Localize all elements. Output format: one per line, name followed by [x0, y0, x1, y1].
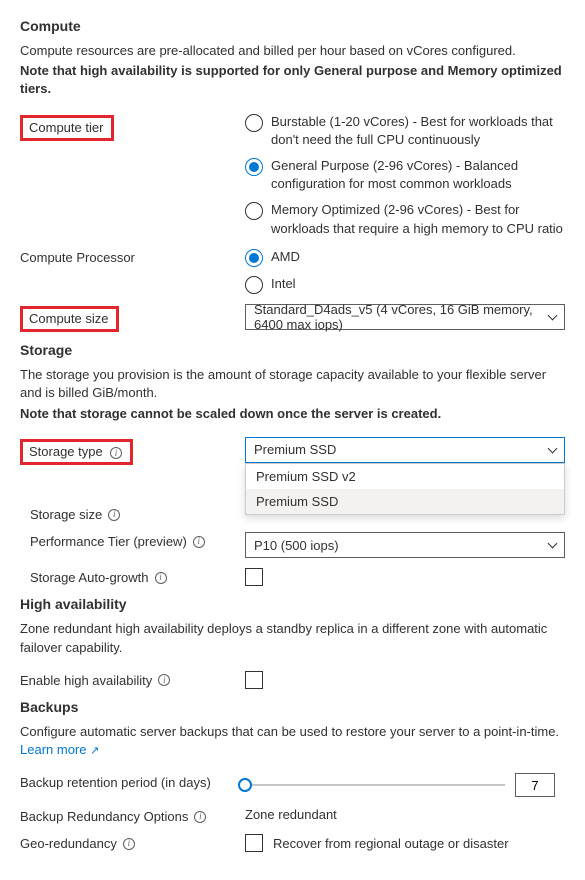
enable-ha-label: Enable high availability — [20, 673, 152, 688]
compute-desc: Compute resources are pre-allocated and … — [20, 42, 565, 60]
retention-input[interactable] — [515, 773, 555, 797]
geo-redundancy-text: Recover from regional outage or disaster — [273, 836, 509, 851]
geo-redundancy-label: Geo-redundancy — [20, 836, 117, 851]
info-icon[interactable]: i — [108, 509, 120, 521]
tier-memory-optimized-label: Memory Optimized (2-96 vCores) - Best fo… — [271, 201, 565, 237]
radio-icon — [245, 202, 263, 220]
chevron-down-icon — [548, 539, 558, 549]
tier-general-purpose-label: General Purpose (2-96 vCores) - Balanced… — [271, 157, 565, 193]
info-icon[interactable]: i — [110, 447, 122, 459]
info-icon[interactable]: i — [155, 572, 167, 584]
storage-type-option-ssd[interactable]: Premium SSD — [246, 489, 564, 514]
processor-intel[interactable]: Intel — [245, 275, 565, 294]
enable-ha-checkbox[interactable] — [245, 671, 263, 689]
tier-memory-optimized[interactable]: Memory Optimized (2-96 vCores) - Best fo… — [245, 201, 565, 237]
tier-burstable-label: Burstable (1-20 vCores) - Best for workl… — [271, 113, 565, 149]
storage-note: Note that storage cannot be scaled down … — [20, 405, 565, 423]
compute-note: Note that high availability is supported… — [20, 62, 565, 98]
backups-desc: Configure automatic server backups that … — [20, 723, 565, 760]
compute-tier-label: Compute tier — [20, 115, 114, 142]
compute-heading: Compute — [20, 18, 565, 34]
external-link-icon: ↗ — [90, 745, 99, 757]
learn-more-link[interactable]: Learn more ↗ — [20, 742, 99, 757]
redundancy-label: Backup Redundancy Options — [20, 809, 188, 824]
storage-type-dropdown: Premium SSD v2 Premium SSD — [245, 463, 565, 515]
tier-burstable[interactable]: Burstable (1-20 vCores) - Best for workl… — [245, 113, 565, 149]
radio-icon — [245, 276, 263, 294]
storage-type-select[interactable]: Premium SSD — [245, 437, 565, 463]
chevron-down-icon — [548, 310, 558, 320]
storage-type-value: Premium SSD — [254, 442, 336, 457]
processor-amd[interactable]: AMD — [245, 248, 565, 267]
chevron-down-icon — [548, 443, 558, 453]
performance-tier-label: Performance Tier (preview) — [30, 534, 187, 549]
compute-size-value: Standard_D4ads_v5 (4 vCores, 16 GiB memo… — [254, 302, 549, 332]
performance-tier-select[interactable]: P10 (500 iops) — [245, 532, 565, 558]
processor-amd-label: AMD — [271, 248, 565, 266]
slider-thumb[interactable] — [238, 778, 252, 792]
storage-type-option-ssdv2[interactable]: Premium SSD v2 — [246, 464, 564, 489]
ha-heading: High availability — [20, 596, 565, 612]
redundancy-value: Zone redundant — [245, 807, 337, 822]
performance-tier-value: P10 (500 iops) — [254, 538, 339, 553]
compute-size-label: Compute size — [20, 306, 119, 333]
storage-autogrowth-checkbox[interactable] — [245, 568, 263, 586]
ha-desc: Zone redundant high availability deploys… — [20, 620, 565, 656]
backups-heading: Backups — [20, 699, 565, 715]
info-icon[interactable]: i — [158, 674, 170, 686]
radio-icon — [245, 114, 263, 132]
retention-slider[interactable] — [245, 776, 505, 794]
storage-heading: Storage — [20, 342, 565, 358]
storage-type-label-box: Storage type i — [20, 439, 133, 466]
storage-type-label: Storage type — [29, 444, 103, 459]
storage-size-label: Storage size — [30, 507, 102, 522]
tier-general-purpose[interactable]: General Purpose (2-96 vCores) - Balanced… — [245, 157, 565, 193]
storage-autogrowth-label: Storage Auto-growth — [30, 570, 149, 585]
slider-track — [245, 784, 505, 786]
compute-size-select[interactable]: Standard_D4ads_v5 (4 vCores, 16 GiB memo… — [245, 304, 565, 330]
retention-label: Backup retention period (in days) — [20, 775, 211, 790]
processor-intel-label: Intel — [271, 275, 565, 293]
info-icon[interactable]: i — [193, 536, 205, 548]
geo-redundancy-checkbox[interactable] — [245, 834, 263, 852]
info-icon[interactable]: i — [123, 838, 135, 850]
info-icon[interactable]: i — [194, 811, 206, 823]
compute-processor-label: Compute Processor — [20, 250, 135, 265]
radio-icon — [245, 249, 263, 267]
storage-desc: The storage you provision is the amount … — [20, 366, 565, 402]
radio-icon — [245, 158, 263, 176]
